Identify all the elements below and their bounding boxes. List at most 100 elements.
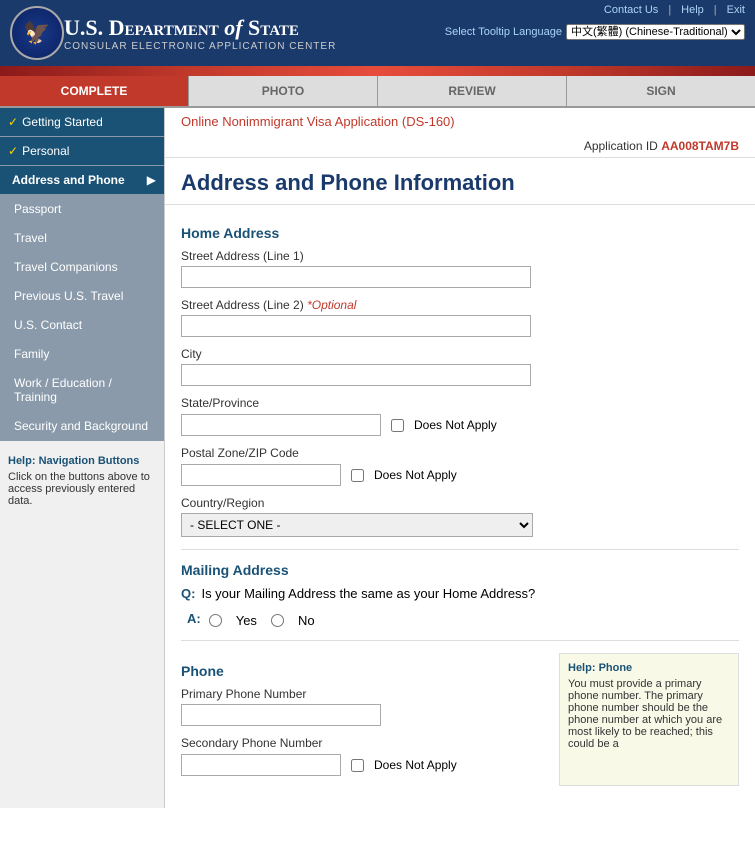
mailing-question-row: Q: Is your Mailing Address the same as y… [181,586,739,601]
home-address-title: Home Address [181,225,739,241]
page-layout: ✓ Getting Started ✓ Personal Address and… [0,108,755,808]
a-label: A: [187,611,201,626]
mailing-answer-row: A: Yes No [187,609,739,628]
header-links: Contact Us | Help | Exit [604,0,745,20]
street1-input[interactable] [181,266,531,288]
main-content: Online Nonimmigrant Visa Application (DS… [165,108,755,808]
sidebar-label-travel-companions: Travel Companions [14,260,118,274]
street2-group: Street Address (Line 2) *Optional [181,298,739,337]
phone-help-layout: Phone Primary Phone Number Secondary Pho… [181,653,739,786]
phone-help-box: Help: Phone You must provide a primary p… [559,653,739,786]
city-label: City [181,347,739,361]
check-icon-personal: ✓ [8,144,18,158]
sidebar-item-address-phone[interactable]: Address and Phone ▶ [0,166,164,195]
primary-phone-input[interactable] [181,704,381,726]
sidebar-item-us-contact[interactable]: U.S. Contact [0,311,164,340]
help-link[interactable]: Help [681,4,704,16]
divider1 [181,549,739,550]
country-select[interactable]: - SELECT ONE - [181,513,533,537]
exit-link[interactable]: Exit [727,4,745,16]
app-id-value: AA008TAM7B [661,139,739,153]
language-selector: Select Tooltip Language 中文(繁體) (Chinese-… [445,24,745,40]
secondary-phone-label: Secondary Phone Number [181,736,543,750]
phone-title: Phone [181,663,543,679]
sidebar-item-security-bg[interactable]: Security and Background [0,412,164,441]
street1-label: Street Address (Line 1) [181,249,739,263]
state-input[interactable] [181,414,381,436]
header-title: U.S. Department of State CONSULAR ELECTR… [64,15,336,52]
postal-input[interactable] [181,464,341,486]
lang-dropdown[interactable]: 中文(繁體) (Chinese-Traditional) [566,24,745,40]
sidebar-item-travel-companions[interactable]: Travel Companions [0,253,164,282]
divider2 [181,640,739,641]
phone-help-text: You must provide a primary phone number.… [568,678,730,750]
street2-input[interactable] [181,315,531,337]
app-id-label: Application ID [584,139,658,153]
mailing-address-title: Mailing Address [181,562,739,578]
city-input[interactable] [181,364,531,386]
sidebar-item-work-edu[interactable]: Work / Education / Training [0,369,164,412]
secondary-phone-input[interactable] [181,754,341,776]
state-dna-label: Does Not Apply [414,418,497,432]
tab-complete[interactable]: COMPLETE [0,76,189,106]
sidebar-label-family: Family [14,347,49,361]
sidebar-help-text: Click on the buttons above to access pre… [8,471,156,507]
header: 🦅 U.S. Department of State CONSULAR ELEC… [0,0,755,66]
sidebar-label-personal: Personal [22,144,69,158]
secondary-phone-row: Does Not Apply [181,754,543,776]
state-group: State/Province Does Not Apply [181,396,739,436]
sidebar-item-family[interactable]: Family [0,340,164,369]
sidebar: ✓ Getting Started ✓ Personal Address and… [0,108,165,808]
secondary-dna-label: Does Not Apply [374,758,457,772]
tab-review[interactable]: REVIEW [378,76,567,106]
sidebar-label-prev-travel: Previous U.S. Travel [14,289,123,303]
sidebar-item-prev-travel[interactable]: Previous U.S. Travel [0,282,164,311]
sidebar-item-personal[interactable]: ✓ Personal [0,137,164,166]
sidebar-help: Help: Navigation Buttons Click on the bu… [0,445,164,517]
mailing-no-radio[interactable] [271,614,284,627]
state-row: Does Not Apply [181,414,739,436]
arrow-icon: ▶ [147,173,156,187]
contact-us-link[interactable]: Contact Us [604,4,658,16]
postal-row: Does Not Apply [181,464,739,486]
banner-strip [0,66,755,76]
postal-group: Postal Zone/ZIP Code Does Not Apply [181,446,739,486]
home-address-section: Home Address Street Address (Line 1) Str… [181,225,739,537]
department-seal: 🦅 [10,6,64,60]
sidebar-label-us-contact: U.S. Contact [14,318,82,332]
sidebar-help-title: Help: Navigation Buttons [8,455,139,467]
state-label: State/Province [181,396,739,410]
page-title: Address and Phone Information [165,158,755,205]
mailing-no-label: No [298,613,315,628]
country-label: Country/Region [181,496,739,510]
mailing-address-section: Mailing Address Q: Is your Mailing Addre… [181,562,739,628]
primary-phone-label: Primary Phone Number [181,687,543,701]
sidebar-label-work-edu: Work / Education / Training [14,376,156,404]
sidebar-label-travel: Travel [14,231,47,245]
secondary-dna-checkbox[interactable] [351,759,364,772]
nav-tabs: COMPLETE PHOTO REVIEW SIGN [0,76,755,108]
mailing-question-text: Is your Mailing Address the same as your… [201,586,535,601]
dept-subtitle: CONSULAR ELECTRONIC APPLICATION CENTER [64,41,336,52]
sidebar-item-travel[interactable]: Travel [0,224,164,253]
sidebar-item-getting-started[interactable]: ✓ Getting Started [0,108,164,137]
sidebar-item-passport[interactable]: Passport [0,195,164,224]
postal-dna-label: Does Not Apply [374,468,457,482]
content-area: Home Address Street Address (Line 1) Str… [165,205,755,796]
ds160-link[interactable]: Online Nonimmigrant Visa Application (DS… [165,108,755,135]
postal-dna-checkbox[interactable] [351,469,364,482]
sidebar-label-security-bg: Security and Background [14,419,148,433]
sidebar-label-address-phone: Address and Phone [12,173,125,187]
state-dna-checkbox[interactable] [391,419,404,432]
tab-sign[interactable]: SIGN [567,76,755,106]
mailing-yes-radio[interactable] [209,614,222,627]
department-name: U.S. Department of State [64,15,336,41]
app-id-bar: Application ID AA008TAM7B [165,135,755,158]
phone-help-header: Help: Phone [568,662,730,674]
city-group: City [181,347,739,386]
mailing-yes-label: Yes [236,613,257,628]
country-group: Country/Region - SELECT ONE - [181,496,739,537]
mailing-radio-group: Yes No [209,613,315,628]
q-label: Q: [181,586,195,601]
tab-photo[interactable]: PHOTO [189,76,378,106]
